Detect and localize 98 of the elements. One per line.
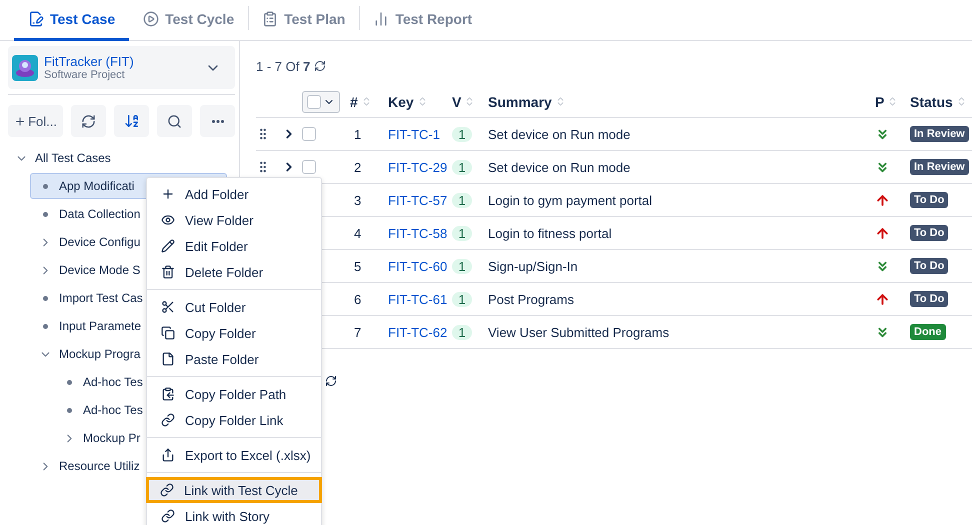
status-badge: To Do [910, 225, 948, 241]
test-case-link[interactable]: FIT-TC-61 [388, 292, 452, 306]
trash-icon [161, 265, 175, 279]
bullet-icon [43, 296, 48, 300]
test-case-link[interactable]: FIT-TC-60 [388, 258, 452, 274]
project-type: Software Project [44, 69, 126, 81]
project-selector[interactable]: FitTracker (FIT) Software Project [8, 46, 235, 89]
bullet-icon [43, 184, 48, 188]
bullet-icon [43, 212, 48, 216]
plus-icon [161, 187, 175, 201]
bullet-icon [67, 380, 72, 384]
column-header[interactable]: V [452, 94, 462, 110]
more-icon [212, 120, 224, 122]
table-cell-text: 7 [353, 324, 362, 340]
status-badge: To Do [910, 291, 948, 307]
menu-item[interactable]: Export to Excel (.xlsx) [147, 442, 321, 468]
search-icon [167, 114, 182, 128]
refresh-button[interactable] [71, 105, 106, 137]
status-badge: To Do [910, 192, 948, 208]
tree-item[interactable]: All Test Cases [6, 145, 235, 171]
status-badge: In Review [910, 126, 969, 142]
column-header[interactable]: Summary [488, 94, 552, 110]
status-badge: To Do [910, 258, 948, 274]
menu-item[interactable]: Copy Folder Link [147, 407, 321, 433]
link-icon [160, 483, 174, 497]
test-case-link[interactable]: FIT-TC-62 [388, 324, 452, 340]
eye-icon [161, 213, 175, 227]
table-cell-text: Post Programs [488, 292, 575, 306]
pagination-text: 1 - 7 Of 7 [256, 58, 310, 74]
menu-item[interactable]: Paste Folder [147, 346, 321, 372]
column-header[interactable]: # [350, 94, 358, 110]
more-button[interactable] [200, 105, 235, 137]
refresh-icon[interactable] [325, 375, 337, 387]
edit-document-icon [28, 11, 44, 27]
menu-item[interactable]: Delete Folder [147, 259, 321, 285]
column-header[interactable]: Key [388, 94, 414, 110]
checkbox[interactable] [307, 94, 321, 108]
bullet-icon [67, 408, 72, 412]
table-cell-text: Login to fitness portal [488, 226, 613, 240]
checkbox[interactable] [302, 160, 316, 174]
test-case-link[interactable]: FIT-TC-1 [388, 126, 452, 142]
refresh-icon[interactable] [314, 60, 326, 72]
table-cell-text: 1 [353, 126, 362, 142]
search-button[interactable] [157, 105, 192, 137]
project-name: FitTracker (FIT) [44, 54, 135, 69]
test-case-link[interactable]: FIT-TC-57 [388, 192, 452, 208]
menu-item[interactable]: View Folder [147, 207, 321, 233]
version-badge: 1 [452, 126, 472, 142]
menu-item[interactable]: Link with Test Cycle [146, 477, 322, 503]
table-cell-text: 6 [353, 292, 362, 306]
bullet-icon [43, 324, 48, 328]
version-badge: 1 [452, 192, 472, 208]
table-cell-text: 5 [353, 258, 362, 274]
table-cell-text: 4 [353, 226, 362, 240]
sort-button[interactable] [114, 105, 149, 137]
column-header[interactable]: P [875, 94, 884, 110]
menu-item[interactable]: Copy Folder Path [147, 381, 321, 407]
status-badge: In Review [910, 159, 969, 175]
checkbox[interactable] [302, 127, 316, 141]
add-folder-button[interactable]: Fol... [8, 105, 63, 137]
test-case-link[interactable]: FIT-TC-58 [388, 226, 452, 240]
test-case-link[interactable]: FIT-TC-29 [388, 160, 452, 174]
project-logo-icon [12, 54, 38, 80]
link-icon [161, 509, 175, 523]
file-icon [161, 352, 175, 366]
tab[interactable]: Test Report [359, 0, 486, 41]
export-icon [161, 448, 175, 462]
menu-item[interactable]: Link with Story [147, 503, 321, 525]
tab[interactable]: Test Cycle [129, 0, 248, 41]
table-cell-text: Set device on Run mode [488, 126, 632, 142]
sort-icon [124, 113, 140, 129]
table-cell-text: Login to gym payment portal [488, 192, 654, 208]
play-circle-icon [143, 11, 160, 27]
menu-item[interactable]: Cut Folder [147, 294, 321, 320]
tab[interactable]: Test Case [14, 0, 130, 41]
tab[interactable]: Test Plan [248, 0, 360, 41]
version-badge: 1 [452, 160, 472, 174]
link-icon [161, 413, 175, 427]
table-cell-text: 3 [353, 192, 362, 208]
table-cell-text: Set device on Run mode [488, 160, 632, 174]
refresh-icon [81, 114, 96, 128]
version-badge: 1 [452, 324, 472, 340]
version-badge: 1 [452, 292, 472, 306]
table-cell-text: Sign-up/Sign-In [488, 258, 579, 274]
menu-item[interactable]: Edit Folder [147, 233, 321, 259]
menu-item[interactable]: Copy Folder [147, 320, 321, 346]
scissors-icon [161, 300, 175, 314]
copy-icon [161, 326, 175, 340]
version-badge: 1 [452, 258, 472, 274]
table-cell-text: View User Submitted Programs [488, 324, 670, 340]
version-badge: 1 [452, 226, 472, 240]
bar-chart-icon [373, 11, 390, 27]
status-badge: Done [910, 324, 946, 340]
table-cell-text: 2 [353, 160, 362, 174]
clipboard-icon [161, 387, 175, 401]
pencil-icon [161, 239, 175, 253]
checklist-icon [262, 11, 278, 27]
column-header[interactable]: Status [910, 94, 953, 110]
